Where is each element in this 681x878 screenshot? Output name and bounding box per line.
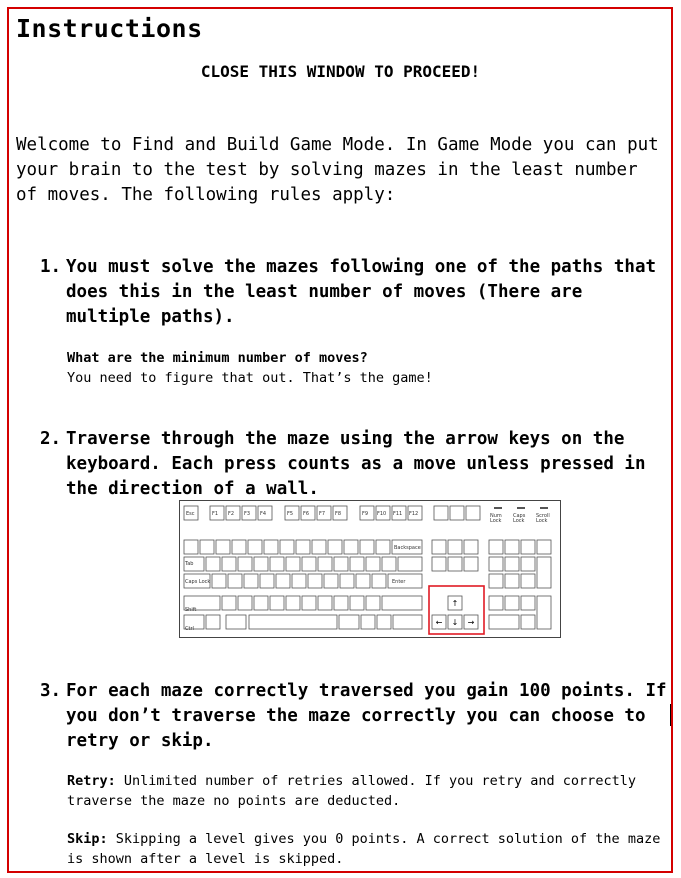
skip-label: Skip: — [67, 831, 108, 847]
rule-number: 2. — [40, 429, 62, 449]
svg-text:F10: F10 — [377, 511, 386, 517]
svg-text:F4: F4 — [260, 511, 266, 517]
note-heading: What are the minimum number of moves? — [67, 350, 368, 366]
svg-text:Caps Lock: Caps Lock — [185, 579, 210, 585]
close-window-notice: CLOSE THIS WINDOW TO PROCEED! — [200, 62, 481, 81]
retry-label: Retry: — [67, 773, 116, 789]
svg-text:F11: F11 — [393, 511, 402, 517]
svg-text:Shift: Shift — [185, 607, 196, 613]
skip-text: Skipping a level gives you 0 points. A c… — [67, 831, 661, 867]
note-text: You need to figure that out. That’s the … — [67, 370, 433, 386]
svg-text:←: ← — [436, 618, 443, 627]
svg-text:F5: F5 — [287, 511, 293, 517]
text-caret — [670, 704, 671, 726]
rule-number: 3. — [40, 681, 62, 701]
rule-text: You must solve the mazes following one o… — [66, 257, 657, 327]
svg-text:→: → — [468, 618, 475, 627]
retry-text: Unlimited number of retries allowed. If … — [67, 773, 636, 809]
rule-text: For each maze correctly traversed you ga… — [66, 681, 667, 751]
svg-text:Lock: Lock — [536, 518, 548, 524]
svg-text:Lock: Lock — [490, 518, 502, 524]
svg-text:F7: F7 — [319, 511, 325, 517]
retry-note: Retry: Unlimited number of retries allow… — [67, 771, 667, 811]
svg-text:F9: F9 — [362, 511, 368, 517]
rule-text: Traverse through the maze using the arro… — [66, 429, 646, 499]
svg-text:Tab: Tab — [184, 561, 193, 567]
rule-1-note: What are the minimum number of moves? Yo… — [67, 348, 667, 388]
svg-text:F2: F2 — [228, 511, 234, 517]
dialog-title: Instructions — [16, 14, 203, 43]
svg-text:F6: F6 — [303, 511, 309, 517]
svg-text:↓: ↓ — [452, 618, 459, 627]
keyboard-icon: Esc F1 F2 F3 F4 F5 F6 F7 F8 F9 F10 F11 F12 NumLoc… — [179, 500, 561, 638]
rule-number: 1. — [40, 257, 62, 277]
svg-text:Backspace: Backspace — [394, 545, 421, 551]
welcome-paragraph: Welcome to Find and Build Game Mode. In … — [16, 135, 659, 205]
svg-text:Lock: Lock — [513, 518, 525, 524]
svg-text:↑: ↑ — [452, 599, 459, 608]
svg-text:F1: F1 — [212, 511, 218, 517]
svg-text:F12: F12 — [409, 511, 418, 517]
svg-text:Ctrl: Ctrl — [185, 626, 194, 632]
svg-text:Enter: Enter — [392, 579, 406, 585]
skip-note: Skip: Skipping a level gives you 0 point… — [67, 829, 667, 869]
svg-text:F3: F3 — [244, 511, 250, 517]
svg-text:F8: F8 — [335, 511, 341, 517]
svg-text:Esc: Esc — [186, 511, 195, 517]
